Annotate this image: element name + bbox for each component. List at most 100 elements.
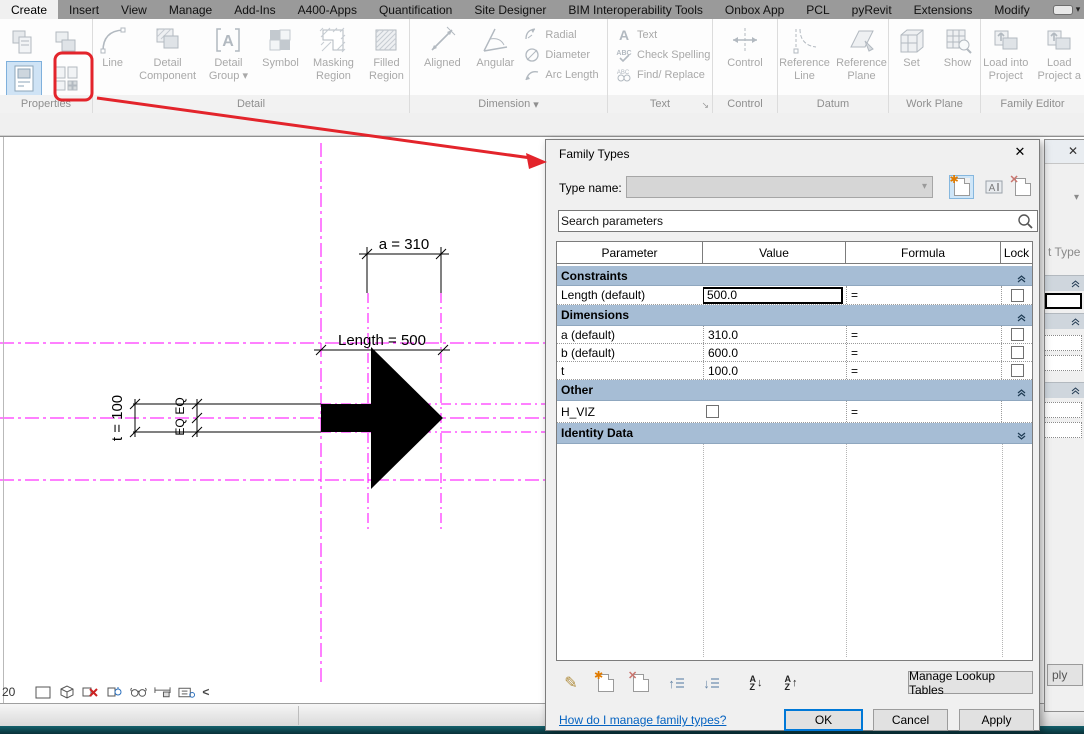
- search-icon[interactable]: [1017, 213, 1034, 230]
- dimension-eq[interactable]: EQ EQ: [173, 397, 203, 438]
- param-formula[interactable]: =: [846, 286, 1001, 304]
- set-work-plane-button[interactable]: Set: [891, 23, 933, 70]
- group-row-identity-data[interactable]: Identity Data: [557, 423, 1032, 444]
- palette-group-row[interactable]: [1045, 382, 1084, 398]
- column-header-value[interactable]: Value: [703, 242, 846, 263]
- dimension-a[interactable]: a = 310: [359, 236, 449, 293]
- new-type-button[interactable]: ✱: [949, 174, 974, 199]
- chevron-down-icon[interactable]: [1017, 429, 1026, 443]
- param-formula[interactable]: =: [846, 326, 1001, 343]
- ribbon-display-toggle-button[interactable]: ▾: [1047, 0, 1084, 19]
- arc-length-dimension-button[interactable]: Arc Length: [524, 67, 599, 83]
- palette-apply-button-fragment[interactable]: ply: [1047, 664, 1083, 686]
- symbol-button[interactable]: Symbol: [258, 23, 303, 70]
- tab-add-ins[interactable]: Add-Ins: [223, 0, 286, 19]
- dimension-t[interactable]: t = 100: [109, 395, 141, 441]
- tab-a400-apps[interactable]: A400-Apps: [287, 0, 368, 19]
- detail-group-button[interactable]: A Detail Group ▾: [203, 23, 254, 82]
- edit-type-label-fragment[interactable]: t Type: [1048, 245, 1080, 259]
- show-work-plane-button[interactable]: Show: [937, 23, 979, 70]
- check-spelling-button[interactable]: ABC Check Spelling: [616, 47, 710, 63]
- properties-toggle-button[interactable]: [6, 61, 42, 97]
- chevron-up-icon[interactable]: [1017, 311, 1026, 325]
- lock-checkbox[interactable]: [1010, 346, 1024, 359]
- palette-group-row[interactable]: [1045, 313, 1084, 329]
- move-parameter-down-button[interactable]: ↓: [700, 672, 722, 694]
- palette-group-row[interactable]: [1045, 275, 1084, 291]
- reference-plane-lines[interactable]: [0, 143, 560, 682]
- sort-ascending-button[interactable]: A Z ↓: [745, 672, 767, 694]
- tab-create[interactable]: Create: [0, 0, 59, 19]
- palette-value-box[interactable]: [1045, 422, 1082, 438]
- angular-dimension-button[interactable]: Angular: [470, 23, 520, 70]
- tab-modify[interactable]: Modify: [983, 0, 1040, 19]
- text-button[interactable]: A Text: [616, 27, 710, 43]
- param-row-a[interactable]: a (default) 310.0 =: [557, 326, 1032, 344]
- family-category-button[interactable]: [48, 24, 84, 60]
- shadows-button[interactable]: [106, 685, 123, 700]
- panel-label-dimension[interactable]: Dimension ▾: [410, 95, 607, 113]
- param-formula[interactable]: =: [846, 344, 1001, 361]
- detail-component-button[interactable]: Detail Component: [136, 23, 199, 82]
- edit-parameter-button[interactable]: ✎: [560, 672, 582, 694]
- find-replace-button[interactable]: ABC Find/ Replace: [616, 67, 710, 83]
- rename-type-button[interactable]: A: [981, 175, 1006, 199]
- properties-palette-icon-button[interactable]: [6, 24, 42, 60]
- radial-dimension-button[interactable]: Radial: [524, 27, 598, 43]
- tab-extensions[interactable]: Extensions: [903, 0, 984, 19]
- dialog-title-bar[interactable]: Family Types: [546, 140, 1039, 167]
- crop-view-button[interactable]: [178, 685, 196, 700]
- chevron-up-icon[interactable]: [1017, 272, 1026, 286]
- load-into-project-button[interactable]: Load into Project: [981, 23, 1031, 82]
- reference-plane-button[interactable]: Reference Plane: [835, 23, 888, 82]
- group-row-dimensions[interactable]: Dimensions: [557, 305, 1032, 326]
- line-button[interactable]: Line: [93, 23, 132, 70]
- reveal-constraints-button[interactable]: [154, 685, 171, 700]
- param-row-length[interactable]: Length (default) 500.0 =: [557, 286, 1032, 305]
- manage-lookup-tables-button[interactable]: Manage Lookup Tables: [908, 669, 1033, 697]
- help-link[interactable]: How do I manage family types?: [559, 713, 726, 727]
- tab-pcl[interactable]: PCL: [795, 0, 840, 19]
- masking-region-button[interactable]: Masking Region: [307, 23, 360, 82]
- delete-type-button[interactable]: ✕: [1010, 174, 1035, 199]
- param-value[interactable]: 310.0: [703, 326, 846, 343]
- palette-value-box[interactable]: [1045, 402, 1082, 418]
- control-button[interactable]: Control: [718, 23, 772, 70]
- close-icon[interactable]: ✕: [1068, 144, 1078, 158]
- diameter-dimension-button[interactable]: Diameter: [524, 47, 598, 63]
- delete-parameter-button[interactable]: ✕: [628, 670, 652, 694]
- lock-checkbox[interactable]: [1010, 288, 1024, 302]
- param-value[interactable]: 100.0: [703, 362, 846, 379]
- length-value-input[interactable]: 500.0: [703, 286, 843, 304]
- palette-selected-value-box[interactable]: [1045, 293, 1082, 309]
- sort-descending-button[interactable]: A Z ↑: [780, 672, 802, 694]
- param-row-h-viz[interactable]: H_VIZ =: [557, 401, 1032, 423]
- lock-checkbox[interactable]: [1010, 364, 1024, 377]
- cancel-button[interactable]: Cancel: [873, 709, 948, 731]
- tab-quantification[interactable]: Quantification: [368, 0, 463, 19]
- type-name-combo[interactable]: ▾: [626, 176, 933, 198]
- close-icon[interactable]: ✕: [1009, 144, 1031, 162]
- apply-button[interactable]: Apply: [959, 709, 1034, 731]
- move-parameter-up-button[interactable]: ↑: [665, 672, 687, 694]
- visual-style-button[interactable]: [58, 685, 75, 700]
- palette-value-box[interactable]: [1045, 335, 1082, 351]
- tab-insert[interactable]: Insert: [58, 0, 110, 19]
- group-row-other[interactable]: Other: [557, 380, 1032, 401]
- h-viz-checkbox[interactable]: [706, 405, 719, 418]
- lock-checkbox[interactable]: [1010, 328, 1024, 341]
- param-row-t[interactable]: t 100.0 =: [557, 362, 1032, 380]
- chevron-down-icon[interactable]: ▾: [1074, 192, 1079, 203]
- family-types-button[interactable]: [48, 61, 84, 97]
- tab-view[interactable]: View: [110, 0, 158, 19]
- param-formula[interactable]: =: [846, 362, 1001, 379]
- new-parameter-button[interactable]: ✱: [594, 670, 617, 694]
- reference-line-button[interactable]: Reference Line: [778, 23, 831, 82]
- tab-bim-interoperability-tools[interactable]: BIM Interoperability Tools: [557, 0, 714, 19]
- aligned-dimension-button[interactable]: Aligned: [418, 23, 466, 70]
- filled-region-button[interactable]: Filled Region: [364, 23, 409, 82]
- column-header-formula[interactable]: Formula: [846, 242, 1001, 263]
- tab-pyrevit[interactable]: pyRevit: [841, 0, 903, 19]
- tab-site-designer[interactable]: Site Designer: [463, 0, 557, 19]
- palette-value-box[interactable]: [1045, 355, 1082, 371]
